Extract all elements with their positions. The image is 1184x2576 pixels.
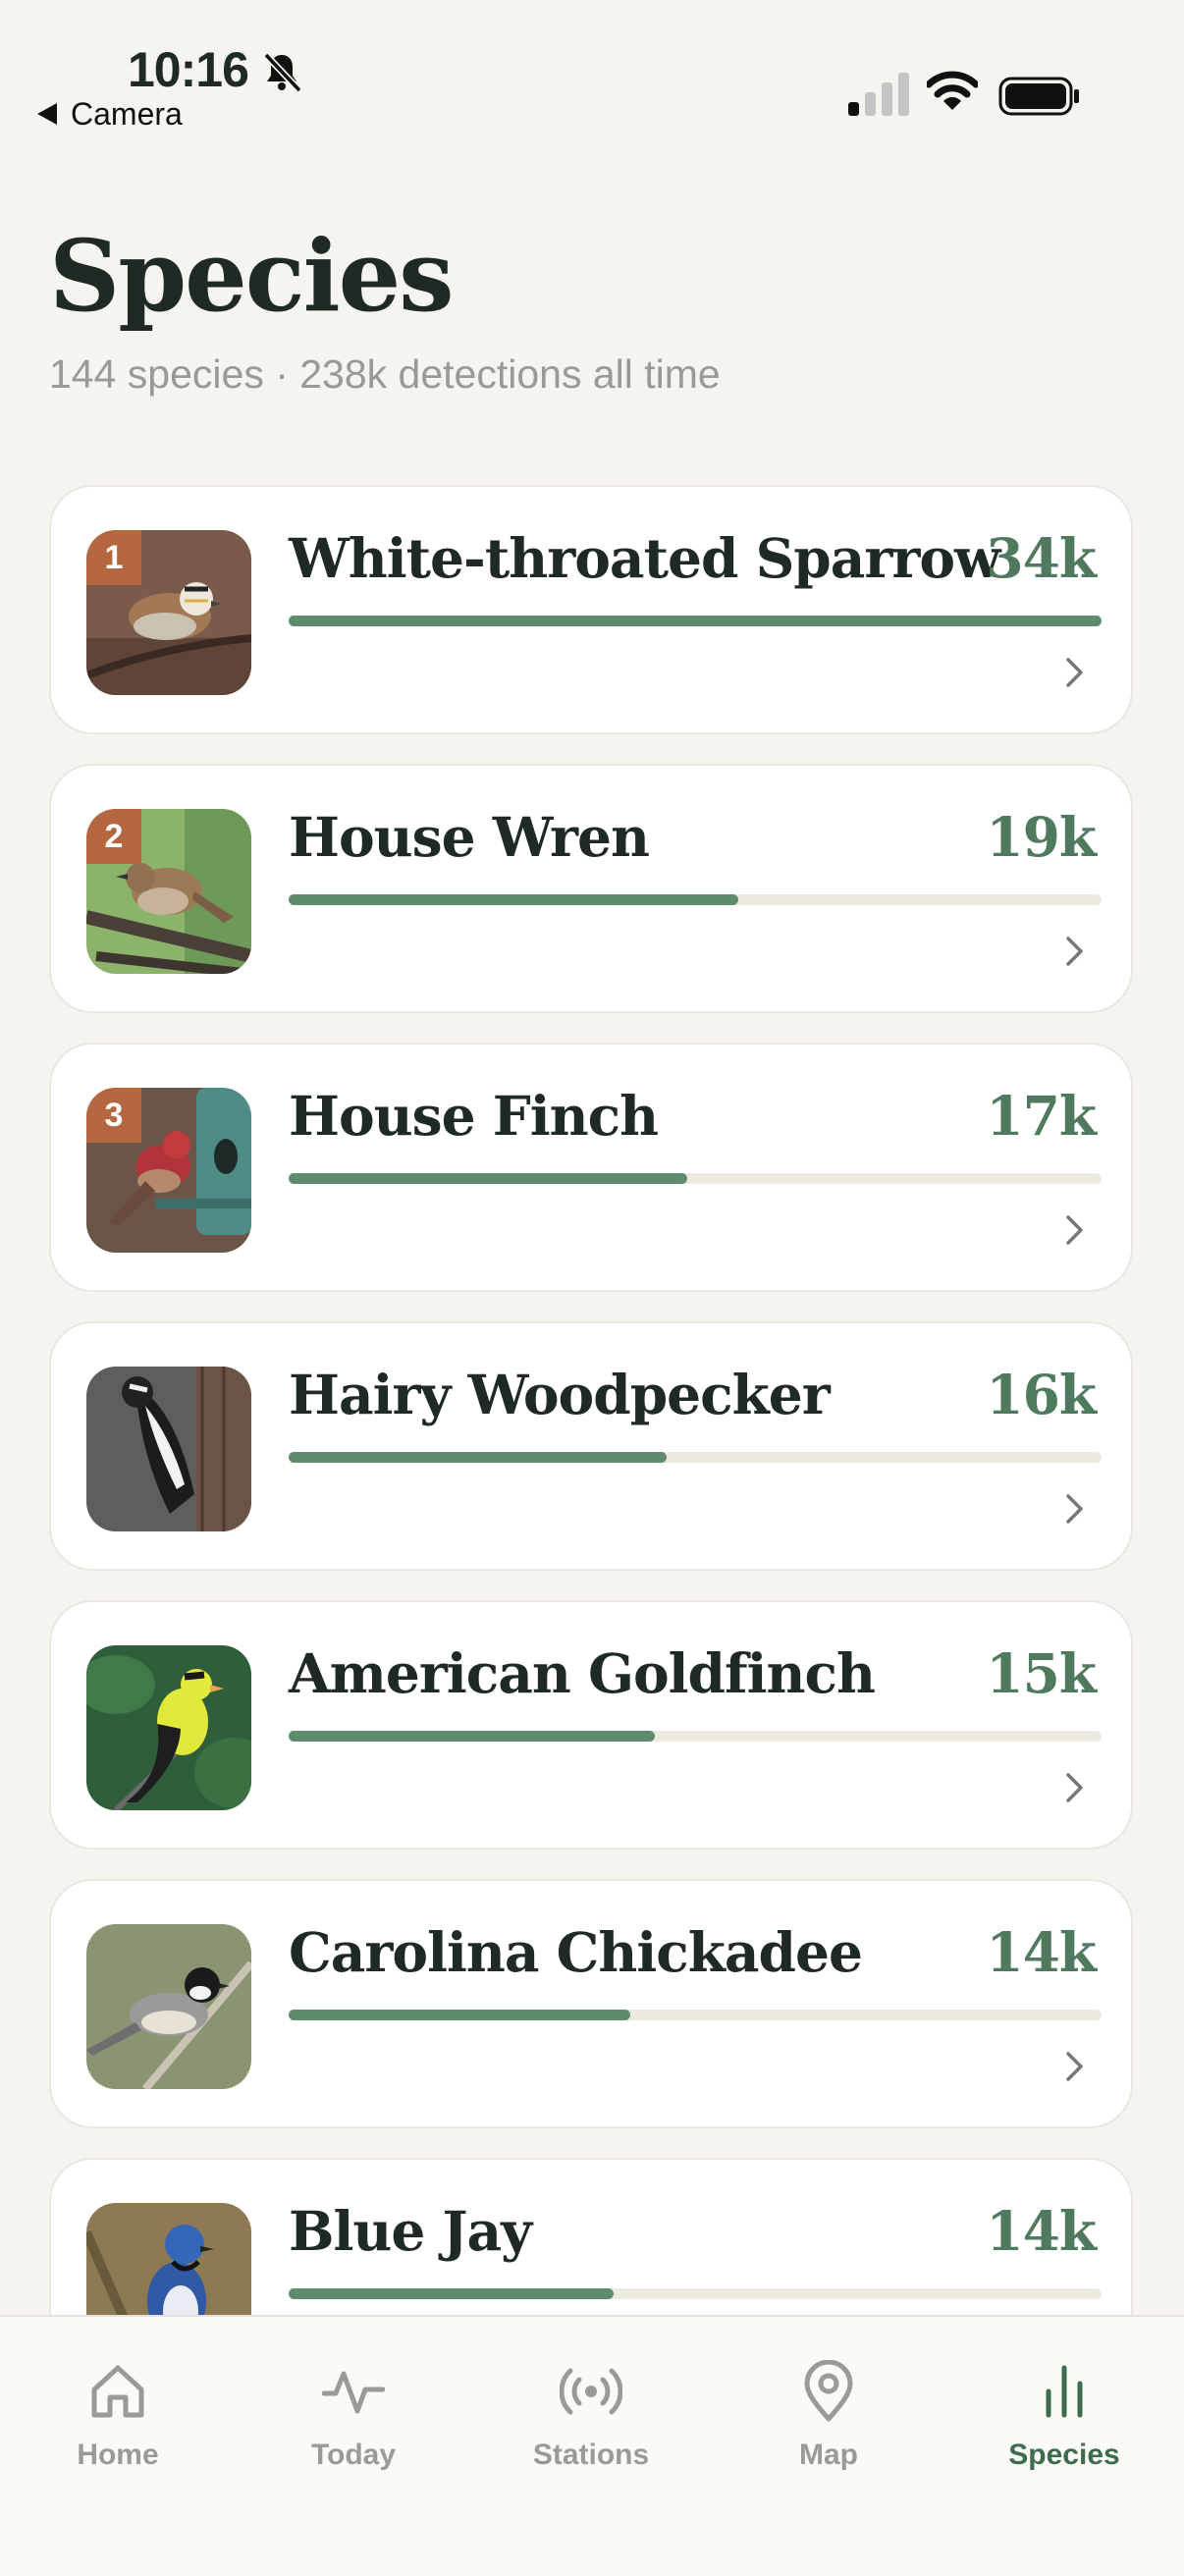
status-time: 10:16 (128, 42, 249, 97)
bar-chart-icon (1046, 2365, 1083, 2418)
species-list[interactable]: 1 White-throated Sparrow 34k 2 House Wre… (49, 485, 1135, 2315)
species-card[interactable]: 2 House Wren 19k (49, 764, 1133, 1013)
species-card[interactable]: Carolina Chickadee 14k (49, 1879, 1133, 2128)
bell-slash-icon (263, 52, 302, 93)
page-title: Species (49, 218, 455, 334)
detection-bar (289, 1173, 1102, 1184)
chevron-right-icon (1066, 937, 1083, 966)
species-photo (86, 1924, 251, 2089)
rank-badge: 3 (86, 1088, 141, 1143)
detection-count: 19k (986, 805, 1097, 869)
species-photo: 2 (86, 809, 251, 974)
detection-bar (289, 1452, 1102, 1463)
tab-label: Stations (532, 2439, 650, 2471)
species-name: House Wren (289, 805, 650, 869)
battery-icon (998, 77, 1079, 116)
species-name: Carolina Chickadee (289, 1920, 863, 1984)
detection-count: 15k (986, 1641, 1097, 1705)
detection-bar-fill (289, 2010, 630, 2020)
detection-bar (289, 2010, 1102, 2020)
chevron-right-icon (1066, 658, 1083, 687)
back-arrow-icon (37, 102, 57, 125)
detection-bar (289, 616, 1102, 626)
page-subtitle: 144 species · 238k detections all time (49, 351, 721, 397)
back-to-camera-link[interactable]: Camera (37, 96, 183, 133)
home-icon (91, 2365, 144, 2418)
back-label: Camera (71, 96, 183, 132)
detection-bar (289, 1731, 1102, 1742)
detection-count: 14k (986, 2199, 1097, 2263)
species-card[interactable]: Hairy Woodpecker 16k (49, 1321, 1133, 1571)
detection-bar-fill (289, 1173, 687, 1184)
tab-today[interactable]: Today (236, 2317, 471, 2513)
detection-count: 14k (986, 1920, 1097, 1984)
species-name: House Finch (289, 1084, 659, 1148)
detection-bar-fill (289, 616, 1102, 626)
tab-label: Map (799, 2439, 858, 2471)
tab-label: Home (77, 2439, 159, 2471)
species-card[interactable]: 3 House Finch 17k (49, 1043, 1133, 1292)
chevron-right-icon (1066, 1494, 1083, 1524)
detection-bar-fill (289, 1731, 655, 1742)
species-photo (86, 1645, 251, 1810)
detection-bar (289, 894, 1102, 905)
broadcast-icon (560, 2368, 622, 2415)
rank-badge: 2 (86, 809, 141, 864)
detection-bar-fill (289, 2288, 615, 2299)
species-card[interactable]: American Goldfinch 15k (49, 1600, 1133, 1850)
chevron-right-icon (1066, 1773, 1083, 1802)
tab-stations[interactable]: Stations (473, 2317, 709, 2513)
detection-count: 16k (986, 1363, 1097, 1426)
species-name: Hairy Woodpecker (289, 1363, 831, 1426)
activity-pulse-icon (322, 2371, 385, 2414)
detection-bar (289, 2288, 1102, 2299)
detection-count: 17k (986, 1084, 1097, 1148)
map-pin-icon (804, 2360, 853, 2422)
wifi-icon (927, 71, 978, 110)
species-photo: 1 (86, 530, 251, 695)
species-card[interactable]: 1 White-throated Sparrow 34k (49, 485, 1133, 734)
species-name: Blue Jay (289, 2199, 532, 2263)
chevron-right-icon (1066, 1215, 1083, 1245)
status-bar: 10:16 Camera (0, 0, 1184, 132)
tab-home[interactable]: Home (0, 2317, 236, 2513)
rank-badge: 1 (86, 530, 141, 585)
species-photo (86, 2203, 251, 2315)
species-card[interactable]: Blue Jay 14k (49, 2158, 1133, 2315)
detection-bar-fill (289, 1452, 668, 1463)
chevron-right-icon (1066, 2052, 1083, 2081)
tab-species[interactable]: Species (946, 2317, 1182, 2513)
species-name: White-throated Sparrow (289, 526, 1000, 590)
species-photo: 3 (86, 1088, 251, 1253)
detection-count: 34k (986, 526, 1097, 590)
cellular-signal-icon (848, 73, 909, 116)
tab-label: Today (310, 2439, 397, 2471)
tab-label: Species (1008, 2439, 1120, 2471)
tab-bar: Home Today Stations Map Species (0, 2315, 1184, 2576)
detection-bar-fill (289, 894, 738, 905)
species-photo (86, 1367, 251, 1531)
tab-map[interactable]: Map (711, 2317, 946, 2513)
species-name: American Goldfinch (289, 1641, 876, 1705)
